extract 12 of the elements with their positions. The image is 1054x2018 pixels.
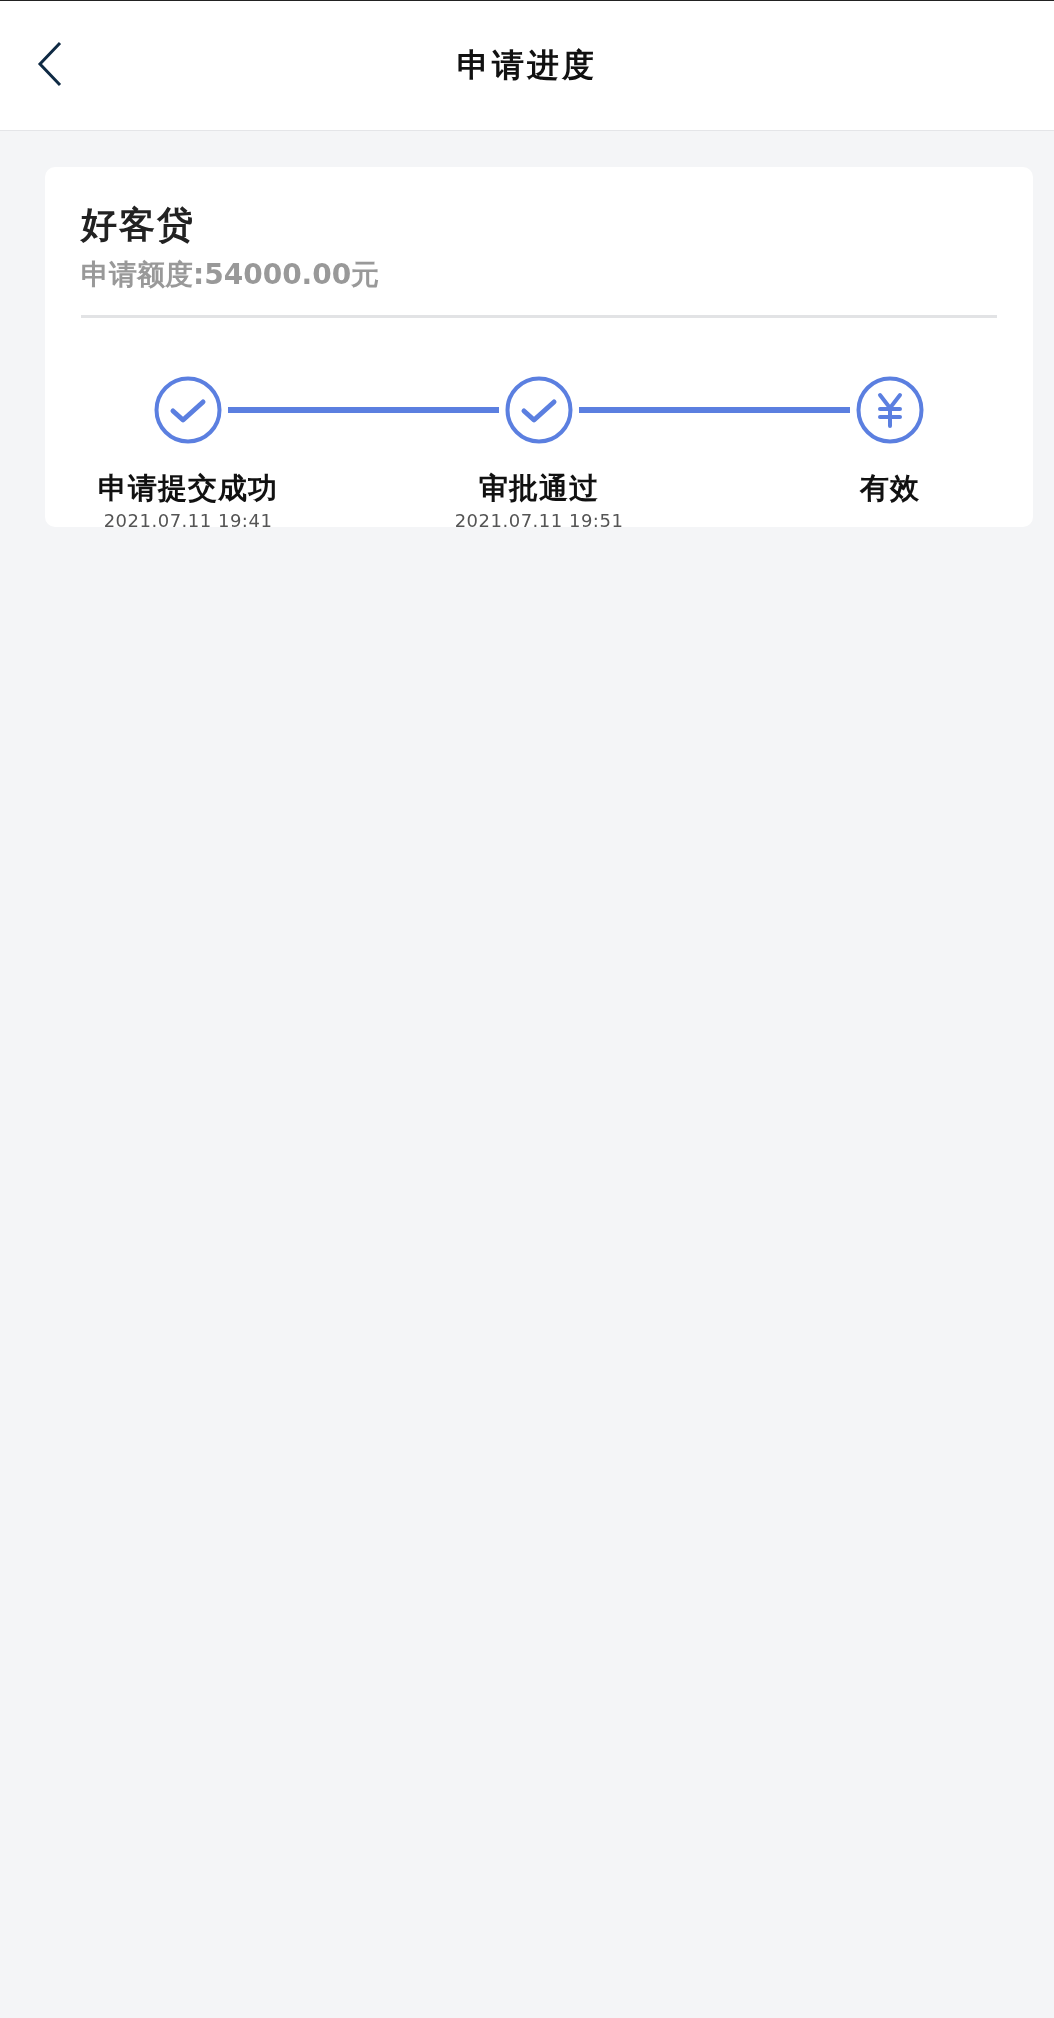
loan-amount: 申请额度:54000.00元 (81, 257, 380, 293)
check-icon (505, 376, 573, 444)
check-icon (154, 376, 222, 444)
step-time: 2021.07.11 19:41 (103, 510, 273, 531)
product-name: 好客贷 (81, 203, 195, 247)
step-label: 申请提交成功 (98, 470, 278, 506)
page-title: 申请进度 (457, 44, 597, 86)
step-label: 审批通过 (479, 470, 599, 506)
step-time: 2021.07.11 19:51 (454, 510, 624, 531)
step-label: 有效 (860, 470, 920, 506)
back-icon[interactable] (36, 41, 64, 87)
yen-icon (856, 376, 924, 444)
